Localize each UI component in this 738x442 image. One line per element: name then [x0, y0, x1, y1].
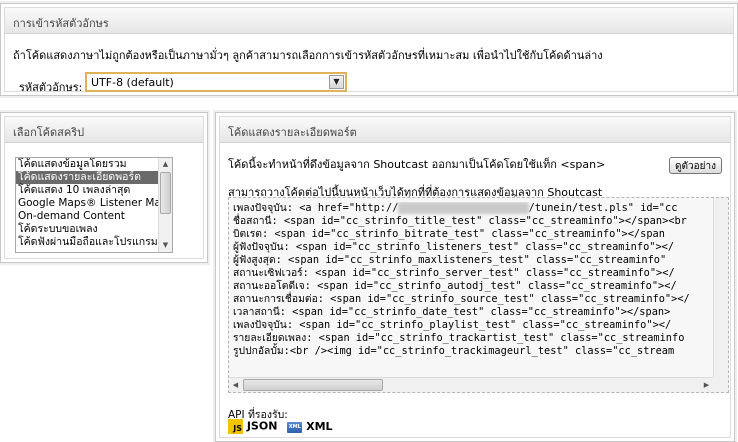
code-line-text: ผู้ฟังสูงสุด: <span id="cc_strinfo_maxli…	[233, 254, 667, 266]
code-line: สถานะออโตดีเจ: <span id="cc_strinfo_auto…	[233, 280, 712, 293]
api-json-label[interactable]: JSON	[247, 420, 278, 433]
scroll-down-icon[interactable]: ▼	[159, 239, 172, 252]
code-line-text: เพลงปัจจุบัน: <span id="cc_strinfo_playl…	[233, 319, 672, 331]
code-line: เพลงปัจจุบัน: <span id="cc_strinfo_playl…	[233, 319, 712, 332]
scroll-right-icon[interactable]: ▶	[700, 378, 713, 392]
encoding-select-value: UTF-8 (default)	[91, 76, 174, 89]
script-panel-body: เลือกโค้ดสคริป โค้ดแสดงข้อมูลโดยรวม โค้ด…	[4, 116, 204, 259]
code-line: เวลาสถานี: <span id="cc_strinfo_date_tes…	[233, 306, 712, 319]
api-links: JS JSON XML XML	[228, 419, 339, 434]
code-panel-body: โค้ดแสดงรายละเอียดพอร์ต โค้ดนี้จะทำหน้าท…	[219, 116, 731, 438]
encoding-description: ถ้าโค้ดแสดงภาษาไม่ถูกต้องหรือเป็นภาษามั่…	[13, 49, 603, 62]
list-item[interactable]: โค้ดแสดงข้อมูลโดยรวม	[16, 158, 172, 171]
code-panel-title: โค้ดแสดงรายละเอียดพอร์ต	[220, 117, 730, 143]
list-item[interactable]: โค้ดระบบขอเพลง	[16, 223, 172, 236]
code-line: สถานะการเชื่อมต่อ: <span id="cc_strinfo_…	[233, 293, 712, 306]
code-line: ผู้ฟังสูงสุด: <span id="cc_strinfo_maxli…	[233, 254, 712, 267]
code-line: สถานะเซิฟเวอร์: <span id="cc_strinfo_ser…	[233, 267, 712, 280]
encoding-panel-title: การเข้ารหัสตัวอักษร	[5, 8, 733, 34]
encoding-panel-body: การเข้ารหัสตัวอักษร ถ้าโค้ดแสดงภาษาไม่ถู…	[4, 7, 734, 94]
code-line-text: สถานะออโตดีเจ: <span id="cc_strinfo_auto…	[233, 280, 677, 292]
json-icon: JS	[228, 419, 243, 434]
encoding-panel: การเข้ารหัสตัวอักษร ถ้าโค้ดแสดงภาษาไม่ถู…	[0, 3, 738, 96]
api-xml-label[interactable]: XML	[306, 420, 332, 433]
code-line: รูปปกอัลบั้ม:<br /><img id="cc_strinfo_t…	[233, 345, 712, 358]
list-item[interactable]: โค้ดแสดง 10 เพลงล่าสุด	[16, 184, 172, 197]
code-line: ผู้ฟังปัจจุบัน: <span id="cc_strinfo_lis…	[233, 241, 712, 254]
list-item-selected[interactable]: โค้ดแสดงรายละเอียดพอร์ต	[16, 171, 172, 184]
example-button[interactable]: ดูตัวอย่าง	[669, 157, 722, 174]
list-item[interactable]: Google Maps® Listener Map	[16, 197, 172, 210]
xml-icon: XML	[287, 421, 303, 433]
code-line: เพลงปัจจุบัน: <a href="http://xx.xxxxxxx…	[233, 202, 712, 215]
code-line: รายละเอียดเพลง: <span id="cc_strinfo_tra…	[233, 332, 712, 345]
scroll-thumb[interactable]	[243, 379, 383, 391]
list-item[interactable]: On-demand Content	[16, 210, 172, 223]
code-line-text: ชื่อสถานี: <span id="cc_strinfo_title_te…	[233, 215, 687, 227]
redacted-host: xx.xxxxxxxxx.xxx:xxxx	[398, 202, 529, 214]
script-panel: เลือกโค้ดสคริป โค้ดแสดงข้อมูลโดยรวม โค้ด…	[0, 112, 208, 263]
code-line-text: ผู้ฟังปัจจุบัน: <span id="cc_strinfo_lis…	[233, 241, 675, 253]
chevron-down-icon[interactable]: ▼	[329, 75, 344, 89]
resize-grip[interactable]	[713, 377, 728, 392]
code-description: โค้ดนี้จะทำหน้าที่ดึงข้อมูลจาก Shoutcast…	[228, 158, 606, 171]
listbox-scrollbar[interactable]: ▲ ▼	[158, 158, 172, 252]
encoding-label: รหัสตัวอักษร:	[19, 81, 83, 94]
code-horizontal-scrollbar[interactable]: ◀ ▶	[229, 377, 713, 392]
code-content[interactable]: เพลงปัจจุบัน: <a href="http://xx.xxxxxxx…	[233, 202, 712, 376]
code-panel: โค้ดแสดงรายละเอียดพอร์ต โค้ดนี้จะทำหน้าท…	[215, 112, 735, 442]
code-line-text: สถานะเซิฟเวอร์: <span id="cc_strinfo_ser…	[233, 267, 675, 279]
code-line: บิตเรต: <span id="cc_strinfo_bitrate_tes…	[233, 228, 712, 241]
code-textarea[interactable]: เพลงปัจจุบัน: <a href="http://xx.xxxxxxx…	[228, 197, 729, 393]
code-line-text: บิตเรต: <span id="cc_strinfo_bitrate_tes…	[233, 228, 665, 240]
scroll-up-icon[interactable]: ▲	[159, 158, 172, 171]
list-item[interactable]: โค้ดฟังผ่านมือถือและโปรแกรม	[16, 236, 172, 249]
script-panel-title: เลือกโค้ดสคริป	[5, 117, 203, 143]
code-vertical-scrollbar[interactable]	[713, 198, 728, 377]
code-line-text: เวลาสถานี: <span id="cc_strinfo_date_tes…	[233, 306, 671, 318]
code-line-text: /tunein/test.pls" id="cc	[528, 202, 678, 214]
script-listbox[interactable]: โค้ดแสดงข้อมูลโดยรวม โค้ดแสดงรายละเอียดพ…	[15, 157, 173, 253]
encoding-select[interactable]: UTF-8 (default) ▼	[85, 72, 347, 92]
code-line-text: รายละเอียดเพลง: <span id="cc_strinfo_tra…	[233, 332, 685, 344]
api-xml[interactable]: XML XML	[287, 420, 333, 433]
code-line: ชื่อสถานี: <span id="cc_strinfo_title_te…	[233, 215, 712, 228]
code-line-text: สถานะการเชื่อมต่อ: <span id="cc_strinfo_…	[233, 293, 690, 305]
code-line-text: รูปปกอัลบั้ม:<br /><img id="cc_strinfo_t…	[233, 345, 675, 357]
code-line-text: เพลงปัจจุบัน: <a href="http://	[233, 202, 399, 214]
api-json[interactable]: JS JSON	[228, 419, 277, 434]
scroll-thumb[interactable]	[160, 172, 171, 214]
scroll-left-icon[interactable]: ◀	[229, 378, 242, 392]
